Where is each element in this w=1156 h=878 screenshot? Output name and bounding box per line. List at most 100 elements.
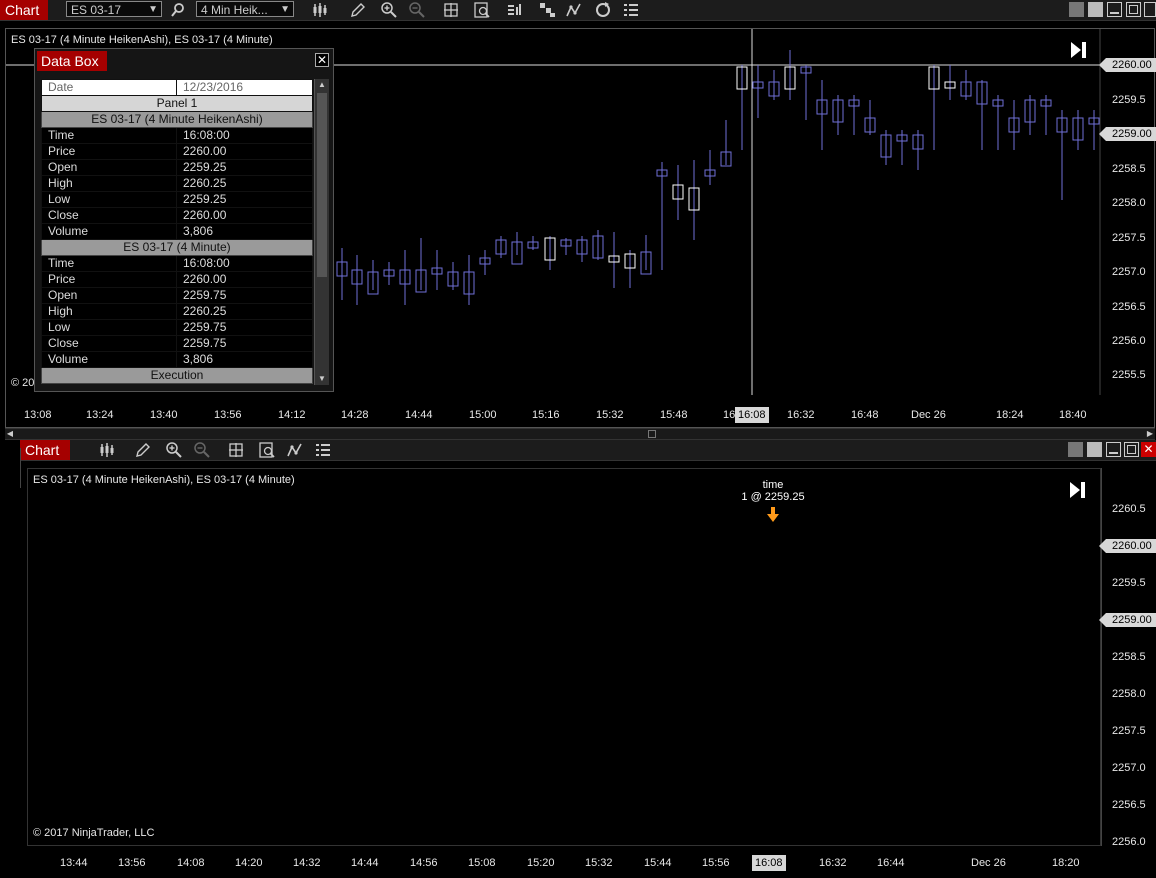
- time-label: 13:08: [24, 409, 52, 421]
- maximize-button[interactable]: [1124, 442, 1139, 457]
- table-row: Open 2259.25: [41, 159, 313, 176]
- time-label: 15:16: [532, 409, 560, 421]
- panel-label: Panel 1: [41, 95, 313, 112]
- price-label: 2258.5: [1112, 163, 1146, 175]
- price-highlight: 2259.00: [1099, 127, 1156, 141]
- window-state-button[interactable]: [1087, 442, 1102, 457]
- time-label: 16:32: [787, 409, 815, 421]
- drawing-tools-icon[interactable]: [286, 441, 304, 459]
- row-value: 2260.00: [176, 207, 313, 224]
- execution-header: Execution: [41, 367, 313, 384]
- table-row: Price 2260.00: [41, 143, 313, 160]
- row-label: Close: [41, 207, 177, 224]
- time-label: 15:32: [596, 409, 624, 421]
- row-value: 2260.00: [176, 271, 313, 288]
- time-label: 16:44: [877, 857, 905, 869]
- time-label: Dec 26: [911, 409, 946, 421]
- panel-header-row: Panel 1: [41, 95, 313, 112]
- price-label: 2255.5: [1112, 369, 1146, 381]
- table-row: Volume 3,806: [41, 223, 313, 240]
- panel-title: ES 03-17 (4 Minute HeikenAshi), ES 03-17…: [33, 474, 295, 486]
- chart-panel-2[interactable]: ES 03-17 (4 Minute HeikenAshi), ES 03-17…: [27, 468, 1101, 846]
- row-label: Price: [41, 143, 177, 160]
- table-row: Low 2259.75: [41, 319, 313, 336]
- data-box-scrollbar[interactable]: ▲ ▼: [314, 79, 329, 385]
- left-edge-panel: [0, 448, 21, 488]
- execution-arrow-icon[interactable]: [767, 507, 779, 523]
- row-label: High: [41, 303, 177, 320]
- price-label: 2258.5: [1112, 651, 1146, 663]
- row-label: Close: [41, 335, 177, 352]
- row-label: Open: [41, 287, 177, 304]
- row-value: 2260.25: [176, 303, 313, 320]
- price-highlight: 2260.00: [1099, 58, 1156, 72]
- cursor-time-tag: 16:08: [735, 407, 769, 423]
- properties-icon[interactable]: [258, 441, 276, 459]
- data-box-table: Date 12/23/2016 Panel 1 ES 03-17 (4 Minu…: [41, 79, 313, 384]
- table-row: Open 2259.75: [41, 287, 313, 304]
- price-label: 2258.0: [1112, 197, 1146, 209]
- time-label: 14:56: [410, 857, 438, 869]
- crosshair-icon[interactable]: [227, 441, 245, 459]
- close-icon[interactable]: ✕: [315, 53, 329, 67]
- row-label: Low: [41, 319, 177, 336]
- series-name: ES 03-17 (4 Minute HeikenAshi): [41, 111, 313, 128]
- time-label: 13:24: [86, 409, 114, 421]
- price-highlight: 2260.00: [1099, 539, 1156, 553]
- time-label: 15:08: [468, 857, 496, 869]
- list-icon[interactable]: [314, 441, 332, 459]
- chevron-right-icon[interactable]: ▶: [1145, 429, 1155, 439]
- window-state-button[interactable]: [1068, 442, 1083, 457]
- data-box-window[interactable]: Data Box ✕ Date 12/23/2016 Panel 1 ES 03…: [34, 48, 334, 392]
- table-row: Close 2260.00: [41, 207, 313, 224]
- series-header-row: ES 03-17 (4 Minute HeikenAshi): [41, 111, 313, 128]
- scroll-down-icon[interactable]: ▼: [315, 373, 329, 385]
- row-value: 2259.75: [176, 319, 313, 336]
- series-name: ES 03-17 (4 Minute): [41, 239, 313, 256]
- time-label: 16:32: [819, 857, 847, 869]
- close-icon[interactable]: ✕: [1141, 442, 1156, 457]
- chart-tab[interactable]: Chart: [20, 440, 70, 460]
- zoom-in-icon[interactable]: [165, 441, 183, 459]
- row-value: 16:08:00: [176, 127, 313, 144]
- panel-splitter[interactable]: ◀ ▶: [5, 428, 1155, 440]
- time-label: 15:00: [469, 409, 497, 421]
- scroll-thumb[interactable]: [317, 93, 327, 277]
- price-label: 2256.0: [1112, 335, 1146, 347]
- price-label: 2257.5: [1112, 725, 1146, 737]
- price-label: 2257.5: [1112, 232, 1146, 244]
- row-value: 2259.75: [176, 335, 313, 352]
- time-label: 14:44: [351, 857, 379, 869]
- row-label: Time: [41, 255, 177, 272]
- series-header-row: ES 03-17 (4 Minute): [41, 239, 313, 256]
- zoom-out-icon[interactable]: [193, 441, 211, 459]
- chevron-left-icon[interactable]: ◀: [5, 429, 15, 439]
- time-label: 15:32: [585, 857, 613, 869]
- scroll-to-end-icon[interactable]: [1068, 38, 1090, 62]
- execution-detail: 1 @ 2259.25: [741, 491, 805, 503]
- splitter-grip[interactable]: [648, 430, 656, 438]
- scroll-up-icon[interactable]: ▲: [315, 79, 329, 91]
- time-label: 18:24: [996, 409, 1024, 421]
- bar-type-icon[interactable]: [98, 441, 116, 459]
- row-label: Time: [41, 127, 177, 144]
- time-label: 16:48: [851, 409, 879, 421]
- time-label: 14:28: [341, 409, 369, 421]
- price-axis-2: 2260.5 2259.5 2258.5 2258.0 2257.5 2257.…: [1101, 468, 1154, 848]
- minimize-button[interactable]: [1106, 442, 1121, 457]
- time-label: 14:12: [278, 409, 306, 421]
- time-label: 13:56: [118, 857, 146, 869]
- bottom-toolbar: Chart ✕: [20, 440, 1156, 461]
- row-value: 2260.00: [176, 143, 313, 160]
- row-value: 3,806: [176, 351, 313, 368]
- row-value: 2259.25: [176, 191, 313, 208]
- date-label: Date: [41, 79, 177, 96]
- row-label: High: [41, 175, 177, 192]
- time-label: 15:48: [660, 409, 688, 421]
- price-label: 2259.5: [1112, 577, 1146, 589]
- row-value: 2260.25: [176, 175, 313, 192]
- pencil-icon[interactable]: [134, 441, 152, 459]
- time-label: 13:44: [60, 857, 88, 869]
- row-value: 16:08:00: [176, 255, 313, 272]
- scroll-to-end-icon[interactable]: [1067, 478, 1089, 502]
